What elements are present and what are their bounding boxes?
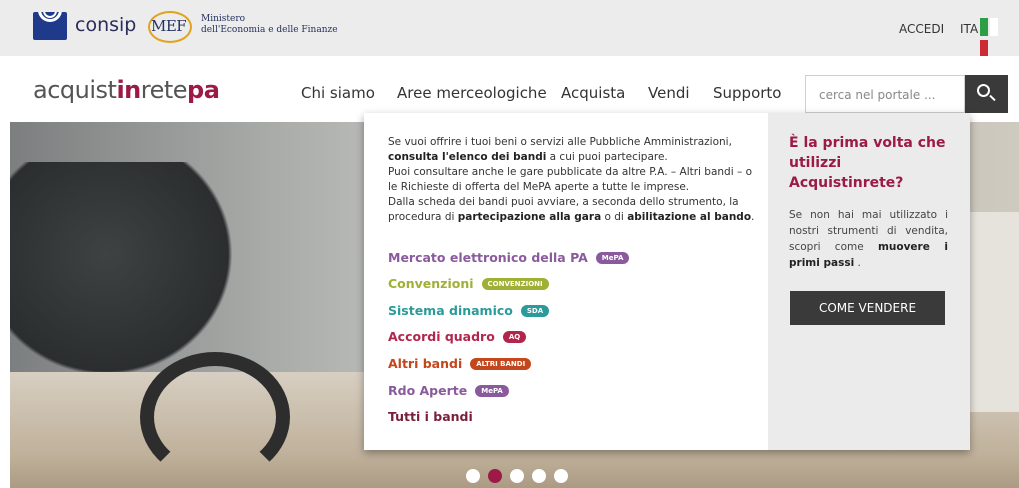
login-link[interactable]: ACCEDI [899,22,944,36]
link-mercato-elettronico[interactable]: Mercato elettronico della PA MePA [388,250,630,265]
carousel-dot-4[interactable] [532,469,546,483]
side-text-2: . [854,257,861,269]
brand-part-acquist: acquist [33,76,117,104]
intro-text-5: o di [601,211,628,223]
ministero-label[interactable]: Ministero dell'Economia e delle Finanze [201,14,338,36]
carousel-dot-1[interactable] [466,469,480,483]
dropdown-main-column: Se vuoi offrire i tuoi beni o servizi al… [364,113,768,450]
nav-item-aree-merceologiche[interactable]: Aree merceologiche [397,84,547,102]
intro-text-3: Puoi consultare anche le gare pubblicate… [388,166,752,193]
carousel-dot-3[interactable] [510,469,524,483]
nav-item-vendi[interactable]: Vendi [648,84,690,102]
consip-logo-text[interactable]: consip [75,14,136,36]
acquistinretepa-logo[interactable]: acquistinretepa [33,76,220,104]
search-button[interactable] [965,75,1008,113]
badge-convenzioni: CONVENZIONI [481,278,549,290]
search-input[interactable]: cerca nel portale ... [805,75,965,113]
side-panel-text: Se non hai mai utilizzato i nostri strum… [789,207,948,271]
badge-mepa: MePA [595,252,630,264]
search-icon [977,84,990,97]
vendi-dropdown-menu: Se vuoi offrire i tuoi beni o servizi al… [364,113,970,450]
intro-text-2: a cui puoi partecipare. [546,151,668,163]
italian-flag-icon[interactable] [980,18,1008,58]
intro-text-6: . [751,211,755,223]
link-label: Tutti i bandi [388,409,473,424]
link-label: Accordi quadro [388,329,495,344]
carousel-dot-5[interactable] [554,469,568,483]
badge-mepa: MePA [475,385,509,397]
side-panel-title: È la prima volta che utilizzi Acquistinr… [789,135,946,191]
background-wall [970,212,1019,412]
link-convenzioni[interactable]: Convenzioni CONVENZIONI [388,276,549,291]
link-accordi-quadro[interactable]: Accordi quadro AQ [388,329,527,344]
flag-stripe-white [990,18,998,36]
language-selector[interactable]: ITA [960,22,978,36]
carousel-dot-2[interactable] [488,469,502,483]
top-bar: consip MEF Ministero dell'Economia e del… [0,0,1019,58]
intro-bold-partecipazione: partecipazione alla gara [457,211,602,223]
search-icon-handle [989,94,996,102]
link-label: Rdo Aperte [388,383,468,398]
link-altri-bandi[interactable]: Altri bandi ALTRI BANDI [388,356,532,371]
ministero-line2: dell'Economia e delle Finanze [201,25,338,35]
link-rdo-aperte[interactable]: Rdo Aperte MePA [388,383,509,398]
badge-sda: SDA [520,305,550,317]
badge-altri-bandi: ALTRI BANDI [470,358,532,370]
link-label: Altri bandi [388,356,463,371]
nav-item-acquista[interactable]: Acquista [561,84,625,102]
headset-image [140,352,290,482]
consip-logo-icon[interactable] [33,12,67,40]
link-label: Mercato elettronico della PA [388,250,588,265]
flag-stripe-green [980,18,988,36]
brand-part-pa: pa [187,76,220,104]
intro-bold-abilitazione: abilitazione al bando [627,211,752,223]
link-label: Convenzioni [388,276,474,291]
badge-aq: AQ [502,331,527,343]
brand-part-rete: rete [140,76,188,104]
nav-item-supporto[interactable]: Supporto [713,84,781,102]
ministero-line1: Ministero [201,14,246,24]
intro-bold-consulta: consulta l'elenco dei bandi [388,151,547,163]
dropdown-side-panel: È la prima volta che utilizzi Acquistinr… [768,113,970,450]
nav-item-chi-siamo[interactable]: Chi siamo [301,84,375,102]
come-vendere-button[interactable]: COME VENDERE [790,291,945,325]
mef-logo-text[interactable]: MEF [151,17,187,35]
brand-part-in: in [116,76,141,104]
dropdown-intro-text: Se vuoi offrire i tuoi beni o servizi al… [388,135,758,225]
link-sistema-dinamico[interactable]: Sistema dinamico SDA [388,303,550,318]
link-label: Sistema dinamico [388,303,513,318]
link-tutti-i-bandi[interactable]: Tutti i bandi [388,409,473,424]
intro-text-1: Se vuoi offrire i tuoi beni o servizi al… [388,136,732,148]
